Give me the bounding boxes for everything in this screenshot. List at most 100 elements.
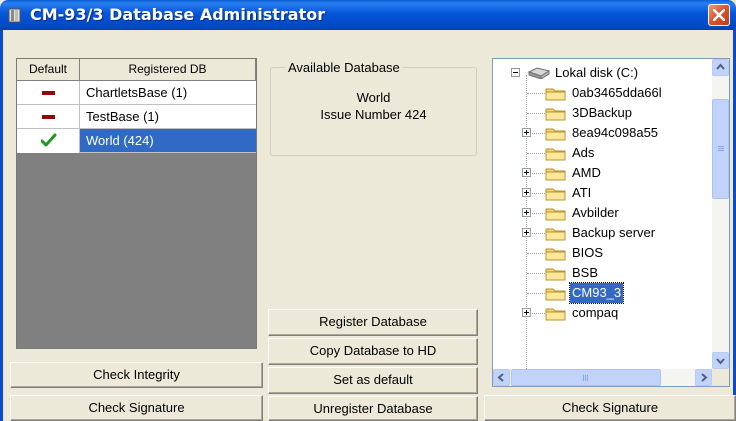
chevron-down-icon	[716, 358, 725, 365]
folder-icon	[545, 168, 566, 181]
expand-icon[interactable]	[522, 168, 531, 177]
db-name: TestBase (1)	[86, 109, 159, 124]
chevron-right-icon	[701, 373, 708, 382]
app-icon[interactable]	[8, 8, 21, 23]
tree-item[interactable]: 3DBackup	[527, 103, 715, 123]
expand-icon[interactable]	[522, 188, 531, 197]
folder-icon	[545, 108, 566, 121]
check-signature-button-right[interactable]: Check Signature	[484, 395, 736, 421]
tree-item-label: 0ab3465dda66l	[572, 85, 662, 100]
folder-icon	[545, 268, 566, 281]
horizontal-scrollbar[interactable]	[493, 369, 712, 386]
not-default-icon	[42, 115, 55, 119]
horizontal-scroll-thumb[interactable]	[511, 369, 661, 386]
table-row[interactable]: ChartletsBase (1)	[17, 81, 256, 105]
tree-item-label: 3DBackup	[572, 105, 632, 120]
tree-line	[527, 293, 545, 294]
tree-item-label: BIOS	[572, 245, 604, 260]
tree-line	[527, 273, 545, 274]
table-row-selected[interactable]: World (424)	[17, 129, 256, 153]
grip	[718, 148, 724, 149]
available-database-name: World	[356, 90, 391, 105]
tree-item-label: compaq	[572, 305, 619, 320]
tree-item[interactable]: 8ea94c098a55	[522, 123, 715, 143]
folder-icon	[545, 248, 566, 261]
hard-disk-icon	[527, 67, 551, 79]
close-icon	[713, 9, 725, 21]
tree-item-label: ATI	[572, 185, 592, 200]
unregister-database-button[interactable]: Unregister Database	[268, 396, 478, 421]
tree-item[interactable]: BIOS	[527, 243, 715, 263]
tree-item[interactable]: CM93_3	[527, 282, 715, 304]
folder-icon	[545, 288, 566, 301]
tree-item[interactable]: ATI	[522, 183, 715, 203]
folder-icon	[545, 148, 566, 161]
folder-icon	[545, 128, 566, 141]
tree-item[interactable]: Ads	[527, 143, 715, 163]
tree-item[interactable]: compaq	[522, 303, 715, 323]
check-icon	[41, 133, 57, 147]
folder-icon	[545, 308, 566, 321]
folder-icon	[545, 228, 566, 241]
tree-root-item[interactable]: Lokal disk (C:)	[511, 63, 711, 83]
grip	[583, 375, 584, 381]
vertical-scrollbar[interactable]	[712, 59, 729, 369]
title-bar[interactable]: CM-93/3 Database Administrator	[0, 0, 736, 30]
column-header-registered-db[interactable]: Registered DB	[80, 59, 256, 81]
tree-item-label-selected: CM93_3	[568, 282, 625, 304]
scroll-right-button[interactable]	[695, 369, 712, 386]
collapse-icon[interactable]	[511, 68, 520, 77]
tree-line	[527, 113, 545, 114]
scroll-up-button[interactable]	[712, 59, 729, 76]
check-signature-button-left[interactable]: Check Signature	[10, 395, 263, 421]
default-cell	[17, 81, 80, 105]
tree-item-label: AMD	[572, 165, 601, 180]
tree-item[interactable]: AMD	[522, 163, 715, 183]
expand-icon[interactable]	[522, 208, 531, 217]
tree-line	[527, 153, 545, 154]
tree-item[interactable]: Backup server	[522, 223, 715, 243]
folder-icon	[545, 208, 566, 221]
table-row[interactable]: TestBase (1)	[17, 105, 256, 129]
tree-item-label: Backup server	[572, 225, 656, 240]
column-header-default[interactable]: Default	[17, 59, 80, 81]
grip	[718, 146, 724, 147]
tree-line	[527, 253, 545, 254]
default-cell	[17, 105, 80, 129]
tree-item[interactable]: Avbilder	[522, 203, 715, 223]
available-database-group: Available Database World Issue Number 42…	[270, 60, 477, 156]
scroll-corner	[712, 369, 729, 386]
grip	[718, 150, 724, 151]
check-integrity-button[interactable]: Check Integrity	[10, 362, 263, 388]
tree-item-label: BSB	[572, 265, 599, 280]
available-database-issue: Issue Number 424	[320, 107, 427, 122]
vertical-scroll-thumb[interactable]	[712, 99, 729, 199]
register-database-button[interactable]: Register Database	[268, 309, 478, 336]
chevron-left-icon	[497, 373, 504, 382]
scroll-left-button[interactable]	[493, 369, 510, 386]
scroll-down-button[interactable]	[712, 352, 729, 369]
folder-icon	[545, 188, 566, 201]
close-button[interactable]	[708, 4, 730, 26]
tree-item-label: Avbilder	[572, 205, 619, 220]
grip	[587, 375, 588, 381]
set-as-default-button[interactable]: Set as default	[268, 367, 478, 394]
folder-icon	[545, 88, 566, 101]
tree-item-label: Ads	[572, 145, 595, 160]
tree-item[interactable]: BSB	[527, 263, 715, 283]
available-database-legend: Available Database	[285, 60, 403, 75]
registered-db-table: Default Registered DB ChartletsBase (1) …	[16, 58, 257, 349]
db-name: ChartletsBase (1)	[86, 85, 188, 100]
copy-database-to-hd-button[interactable]: Copy Database to HD	[268, 338, 478, 365]
tree-line	[526, 75, 527, 375]
folder-tree[interactable]: Lokal disk (C:) 0ab3465dda66l 3DBackup 8ea…	[492, 58, 730, 387]
tree-item[interactable]: 0ab3465dda66l	[527, 83, 715, 103]
default-cell	[17, 129, 80, 153]
not-default-icon	[42, 91, 55, 95]
grip	[585, 375, 586, 381]
tree-root-label: Lokal disk (C:)	[555, 65, 639, 80]
expand-icon[interactable]	[522, 128, 531, 137]
db-name: World (424)	[86, 133, 154, 148]
expand-icon[interactable]	[522, 228, 531, 237]
expand-icon[interactable]	[522, 308, 531, 317]
